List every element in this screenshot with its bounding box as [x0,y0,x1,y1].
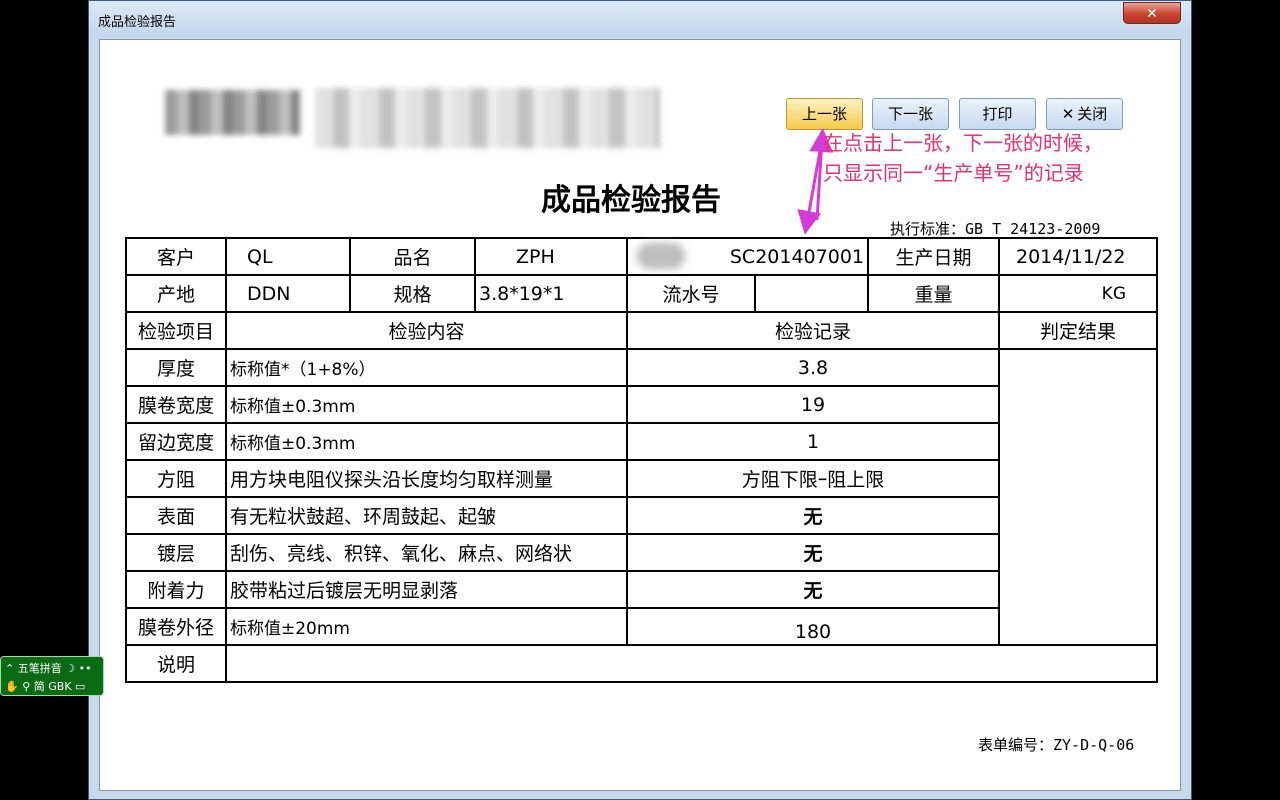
annotation-line-1: 在点击上一张，下一张的时候， [823,131,1103,155]
customer-label: 客户 [125,237,227,276]
redacted-logo [165,90,300,135]
row-content: 标称值*（1+8%） [225,348,628,387]
row-record: 19 [626,385,1000,424]
row-item: 镀层 [125,533,227,572]
origin-value: DDN [225,274,351,313]
ime-row-2: ✋ ⚲ 简 GBK ▭ [5,678,85,694]
row-item: 厚度 [125,348,227,387]
redacted-company-name [315,88,660,148]
close-button[interactable]: ✕ 关闭 [1046,98,1123,130]
redacted-order-label [637,243,685,269]
row-item: 留边宽度 [125,422,227,461]
table-row: 说明 [125,644,1158,683]
row-content: 胶带粘过后镀层无明显剥落 [225,570,628,609]
row-record: 180 [626,607,1000,646]
row-content: 刮伤、亮线、积锌、氧化、麻点、网络状 [225,533,628,572]
header-item: 检验项目 [125,311,227,350]
origin-label: 产地 [125,274,227,313]
window-close-button[interactable]: ✕ [1123,2,1181,24]
row-item: 附着力 [125,570,227,609]
row-item: 方阻 [125,459,227,498]
table-header-row: 检验项目 检验内容 检验记录 判定结果 [125,311,1158,350]
search-icon[interactable]: ⚲ [22,680,30,693]
row-record: 3.8 [626,348,1000,387]
title-bar[interactable]: 成品检验报告 ✕ [89,1,1191,37]
row-item: 膜卷宽度 [125,385,227,424]
serial-value [754,274,869,313]
row-content: 标称值±0.3mm [225,422,628,461]
spec-value: 3.8*19*1 [474,274,628,313]
close-icon: ✕ [1061,105,1075,123]
notes-label: 说明 [125,644,227,683]
date-label: 生产日期 [867,237,1000,276]
punctuation-icon[interactable]: •• [79,662,92,675]
row-content: 标称值±20mm [225,607,628,646]
header-content: 检验内容 [225,311,628,350]
result-cell [998,348,1158,646]
table-row: 产地 DDN 规格 3.8*19*1 流水号 重量 KG [125,274,1158,313]
row-content: 有无粒状鼓超、环周鼓起、起皱 [225,496,628,535]
product-label: 品名 [349,237,476,276]
header-result: 判定结果 [998,311,1158,350]
moon-icon[interactable]: ☽ [65,662,75,675]
row-record: 无 [626,570,1000,609]
spec-label: 规格 [349,274,476,313]
report-title: 成品检验报告 [541,183,721,218]
window-title: 成品检验报告 [98,15,177,30]
table-row: 厚度 标称值*（1+8%） 3.8 [125,348,1158,646]
inspection-table: 客户 QL 品名 ZPH SC201407001 生产日期 2014/11/22… [125,237,1158,683]
ime-label-2: 简 GBK [33,680,72,693]
next-button[interactable]: 下一张 [872,98,949,130]
form-number: 表单编号：ZY-D-Q-06 [978,736,1135,754]
annotation-note: 在点击上一张，下一张的时候， 只显示同一“生产单号”的记录 [823,128,1103,188]
ime-label-1: 五笔拼音 [17,662,62,675]
print-button[interactable]: 打印 [959,98,1036,130]
annotation-line-2: 只显示同一“生产单号”的记录 [823,161,1084,185]
row-item: 表面 [125,496,227,535]
close-button-label: 关闭 [1077,105,1108,123]
row-content: 用方块电阻仪探头沿长度均匀取样测量 [225,459,628,498]
ime-toolbar[interactable]: ⌃ 五笔拼音 ☽ •• ✋ ⚲ 简 GBK ▭ [0,656,104,696]
keyboard-icon[interactable]: ▭ [75,680,85,693]
hand-icon[interactable]: ✋ [5,680,19,693]
row-content: 标称值±0.3mm [225,385,628,424]
product-value: ZPH [474,237,628,276]
date-value: 2014/11/22 [998,237,1158,276]
serial-label: 流水号 [626,274,756,313]
row-record: 无 [626,496,1000,535]
customer-value: QL [225,237,351,276]
standard-label: 执行标准：GB_T 24123-2009 [890,220,1101,238]
weight-label: 重量 [867,274,1000,313]
ime-mode-icon: ⌃ [5,662,15,675]
ime-row-1: ⌃ 五笔拼音 ☽ •• [5,660,92,676]
row-record: 方阻下限ｰ阻上限 [626,459,1000,498]
row-record: 无 [626,533,1000,572]
header-record: 检验记录 [626,311,1000,350]
row-record: 1 [626,422,1000,461]
notes-value [225,644,1158,683]
weight-unit: KG [998,274,1158,313]
row-item: 膜卷外径 [125,607,227,646]
